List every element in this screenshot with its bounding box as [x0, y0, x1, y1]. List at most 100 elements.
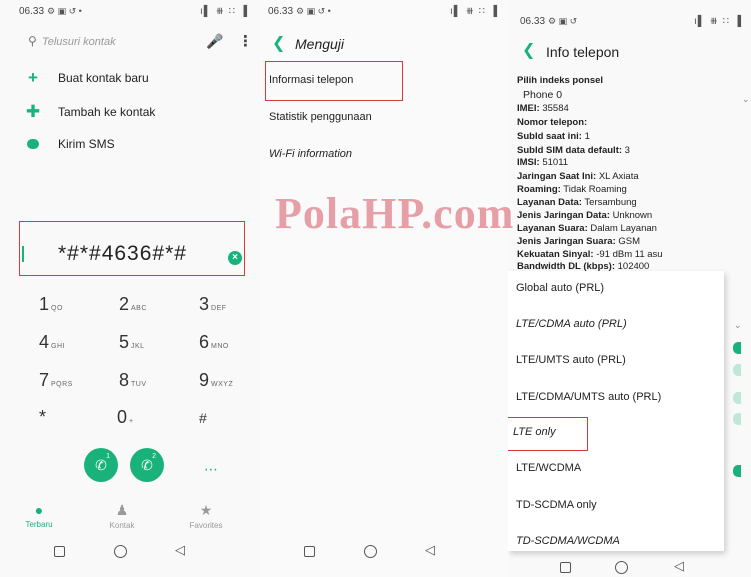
message-icon [24, 134, 42, 154]
microphone-icon[interactable]: 🎤 [206, 33, 223, 50]
status-time: 06.33 [19, 6, 45, 17]
phone-info-screen: 06.33 ⚙ ▣ ↺ ı▌ ⧻ ∷ ▐ ❮ Info telepon Pilih… [508, 0, 751, 577]
status-icons: ⚙ ▣ ↺ [548, 16, 578, 26]
recents-nav-icon[interactable] [54, 546, 65, 557]
add-to-contact-action[interactable]: ✚ Tambah ke kontak [24, 102, 156, 122]
status-signal-icons: ı▌ ⧻ ∷ ▐ [694, 16, 743, 27]
status-icons: ⚙ ▣ ↺ • [47, 6, 82, 16]
info-row: Jaringan Saat Ini: XL Axiata [517, 171, 639, 182]
status-icons: ⚙ ▣ ↺ • [296, 6, 331, 16]
phone-icon: ✆ [141, 457, 153, 473]
person-icon: ♟ [115, 502, 129, 518]
info-row: Layanan Data: Tersambung [517, 197, 637, 208]
plus-icon: + [28, 68, 38, 87]
star-icon: ★ [199, 502, 213, 518]
key-star[interactable]: * [39, 407, 89, 431]
key-9[interactable]: 9 WXYZ [199, 370, 249, 394]
more-options-icon[interactable]: ⋮ [238, 32, 253, 50]
page-title: Info telepon [546, 44, 620, 60]
create-contact-label: Buat kontak baru [58, 71, 149, 85]
option-td-scdma-only[interactable]: TD-SCDMA only [516, 499, 597, 511]
contact-search[interactable]: ⚲ Telusuri kontak 🎤 ⋮ [22, 32, 253, 52]
status-bar: 06.33 ⚙ ▣ ↺ [520, 16, 577, 27]
option-global-auto[interactable]: Global auto (PRL) [516, 282, 604, 294]
info-row: SubId saat ini: 1 [517, 131, 590, 142]
clock-icon: ● [34, 502, 44, 518]
chevron-down-icon[interactable]: ⌄ [734, 320, 742, 331]
info-row: Jenis Jaringan Suara: GSM [517, 236, 641, 247]
chevron-down-icon[interactable]: ⌄ [742, 94, 750, 105]
status-signal-icons: ı▌ ⧻ ∷ ▐ [450, 6, 499, 17]
home-nav-icon[interactable] [114, 545, 127, 558]
tab-recent[interactable]: ● Terbaru [9, 502, 69, 529]
status-signal-icons: ı▌ ⧻ ∷ ▐ [200, 6, 249, 17]
home-nav-icon[interactable] [615, 561, 628, 574]
option-lte-wcdma[interactable]: LTE/WCDMA [516, 462, 581, 474]
call-sim2-button[interactable]: ✆ 2 [130, 448, 164, 482]
status-time: 06.33 [520, 16, 546, 27]
dialer-screen: 06.33 ⚙ ▣ ↺ • ı▌ ⧻ ∷ ▐ ⚲ Telusuri kontak … [0, 0, 258, 577]
create-contact-action[interactable]: + Buat kontak baru [24, 68, 149, 88]
search-placeholder[interactable]: Telusuri kontak [42, 36, 116, 48]
backspace-icon[interactable]: × [228, 251, 242, 265]
key-hash[interactable]: # [199, 410, 249, 434]
back-arrow-icon[interactable]: ❮ [522, 40, 535, 60]
info-row: Pilih indeks ponsel [517, 75, 604, 86]
tab-favorites[interactable]: ★ Favorites [176, 502, 236, 530]
menu-item-usage-stats[interactable]: Statistik penggunaan [269, 111, 372, 123]
back-nav-icon[interactable]: ◁ [175, 542, 185, 558]
text-cursor [22, 246, 24, 262]
menu-item-phone-info[interactable]: Informasi telepon [269, 74, 353, 86]
tab-contacts[interactable]: ♟ Kontak [92, 502, 152, 530]
back-arrow-icon[interactable]: ❮ [272, 33, 285, 53]
info-row: Layanan Suara: Dalam Layanan [517, 223, 657, 234]
info-row: Jenis Jaringan Data: Unknown [517, 210, 653, 221]
info-row: Roaming: Tidak Roaming [517, 184, 627, 195]
phone-index-select[interactable]: Phone 0 [523, 89, 562, 101]
recents-nav-icon[interactable] [304, 546, 315, 557]
home-nav-icon[interactable] [364, 545, 377, 558]
add-to-contact-label: Tambah ke kontak [58, 105, 156, 119]
status-bar: 06.33 ⚙ ▣ ↺ • [268, 6, 331, 17]
key-3[interactable]: 3 DEF [199, 294, 249, 318]
status-bar: 06.33 ⚙ ▣ ↺ • [19, 6, 82, 17]
watermark-text: PolaHP.com [275, 189, 515, 238]
dialed-number[interactable]: *#*#4636#*# [58, 242, 187, 266]
recents-nav-icon[interactable] [560, 562, 571, 573]
page-title: Menguji [295, 36, 345, 52]
key-0[interactable]: 0 + [117, 407, 167, 431]
key-2[interactable]: 2 ABC [119, 294, 169, 318]
back-nav-icon[interactable]: ◁ [674, 558, 684, 574]
toggle-switch[interactable] [733, 364, 741, 376]
key-6[interactable]: 6 MNO [199, 332, 249, 356]
toggle-switch[interactable] [733, 342, 741, 354]
key-8[interactable]: 8 TUV [119, 370, 169, 394]
search-icon: ⚲ [28, 34, 37, 48]
toggle-switch[interactable] [733, 465, 741, 477]
option-lte-cdma-umts-auto[interactable]: LTE/CDMA/UMTS auto (PRL) [516, 391, 661, 403]
toggle-switch[interactable] [733, 392, 741, 404]
call-sim1-button[interactable]: ✆ 1 [84, 448, 118, 482]
info-row: Nomor telepon: [517, 117, 588, 128]
send-sms-label: Kirim SMS [58, 137, 115, 151]
menu-item-wifi-info[interactable]: Wi-Fi information [269, 148, 352, 160]
send-sms-action[interactable]: Kirim SMS [24, 134, 115, 154]
dialpad-toggle-icon[interactable]: ⋯ [204, 461, 218, 478]
option-lte-only[interactable]: LTE only [513, 426, 556, 438]
option-lte-cdma-auto[interactable]: LTE/CDMA auto (PRL) [516, 318, 627, 330]
info-row: IMEI: 35584 [517, 103, 569, 114]
phone-icon: ✆ [95, 457, 107, 473]
status-time: 06.33 [268, 6, 294, 17]
option-lte-umts-auto[interactable]: LTE/UMTS auto (PRL) [516, 354, 626, 366]
testing-screen: 06.33 ⚙ ▣ ↺ • ı▌ ⧻ ∷ ▐ ❮ Menguji Informas… [258, 0, 508, 577]
key-1[interactable]: 1 QO [39, 294, 89, 318]
option-td-scdma-wcdma[interactable]: TD-SCDMA/WCDMA [516, 535, 620, 547]
add-person-icon: ✚ [25, 102, 41, 121]
back-nav-icon[interactable]: ◁ [425, 542, 435, 558]
info-row: SubId SIM data default: 3 [517, 145, 630, 156]
toggle-switch[interactable] [733, 413, 741, 425]
key-4[interactable]: 4 GHI [39, 332, 89, 356]
key-7[interactable]: 7 PQRS [39, 370, 89, 394]
key-5[interactable]: 5 JKL [119, 332, 169, 356]
network-type-dropdown: Global auto (PRL) LTE/CDMA auto (PRL) LT… [508, 271, 724, 551]
